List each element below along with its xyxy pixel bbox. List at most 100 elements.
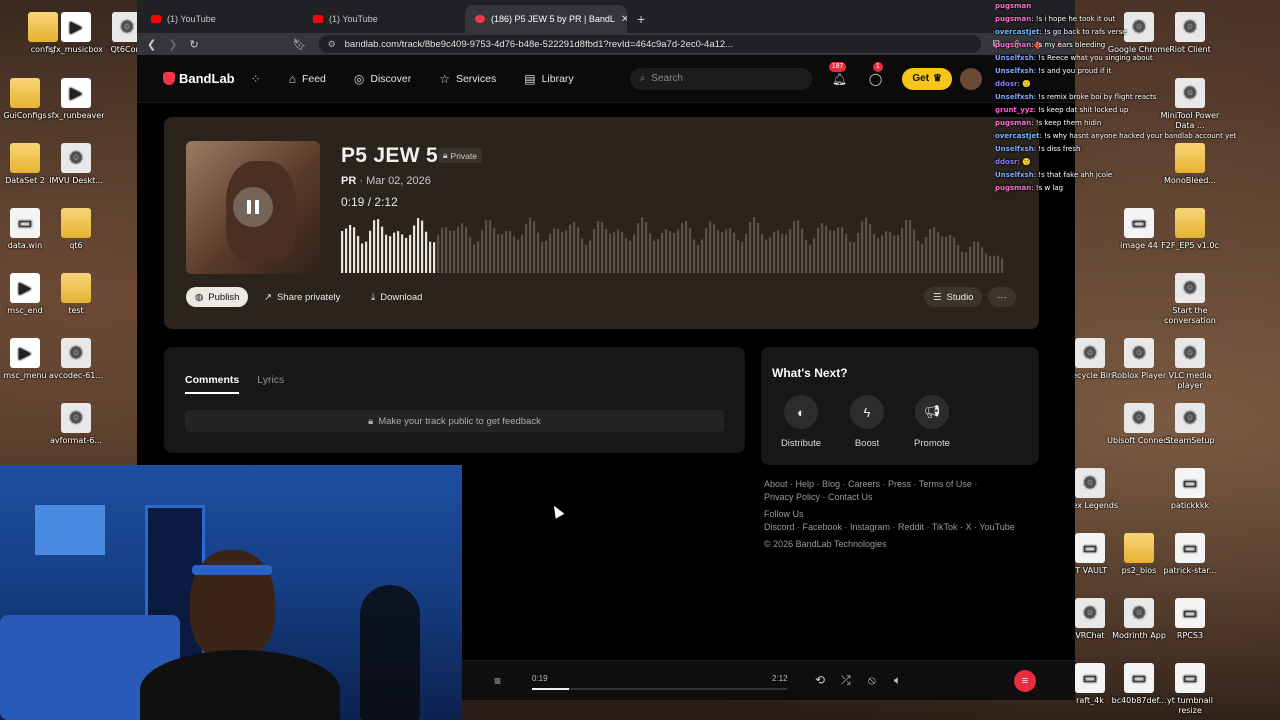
waveform-bar — [633, 234, 636, 273]
nav-services[interactable]: ☆ Services — [439, 72, 496, 86]
tab-lyrics[interactable]: Lyrics — [257, 374, 284, 394]
waveform-bar — [985, 253, 988, 273]
tab-youtube-1[interactable]: (1) YouTube — [141, 5, 303, 33]
desktop-icon-vlc-media-player[interactable]: ⚙ VLC media player — [1157, 338, 1223, 391]
footer-links-2[interactable]: Privacy Policy · Contact Us — [764, 491, 1044, 504]
chat-text: : !s remix broke boi by flight reacts — [1033, 93, 1157, 101]
new-tab-button[interactable]: + — [627, 5, 657, 33]
artist-link[interactable]: PR — [341, 175, 356, 187]
waveform-bar — [701, 239, 704, 273]
waveform-bar — [413, 225, 416, 273]
waveform-bar — [861, 221, 864, 273]
chat-username: Unselfxsh — [995, 67, 1034, 75]
desktop-icon-patrick-star[interactable]: ▭ patrick-star... — [1157, 533, 1223, 576]
library-icon: ▤ — [524, 71, 536, 86]
chat-text: : !s keep dat shit locked up — [1033, 106, 1129, 114]
tab-bandlab[interactable]: (186) P5 JEW 5 by PR | BandL ✕ — [465, 5, 627, 33]
waveform-bar — [649, 233, 652, 273]
get-membership-button[interactable]: Get ♛ — [902, 67, 952, 90]
current-time: 0:19 — [341, 195, 365, 209]
tab-youtube-2[interactable]: (1) YouTube — [303, 5, 465, 33]
reload-icon[interactable]: ↻ — [189, 38, 198, 51]
promote-button[interactable]: 📢︎ Promote — [902, 395, 962, 449]
waveform-bar — [925, 237, 928, 273]
waveform-bar — [569, 224, 572, 273]
forward-icon[interactable]: ❯ — [168, 38, 177, 51]
shuffle-icon[interactable]: ⤮ — [841, 673, 851, 688]
waveform-bar — [745, 233, 748, 273]
privacy-label: Private — [450, 150, 477, 161]
file-icon: ▭ — [1175, 598, 1205, 628]
waveform-bar — [753, 217, 756, 273]
desktop-icon-test[interactable]: test — [43, 273, 109, 316]
boost-label: Boost — [854, 438, 880, 449]
desktop-icon-qt6[interactable]: qt6 — [43, 208, 109, 251]
notifications-button[interactable]: 🔔︎ 187 — [828, 61, 847, 86]
nav-discover[interactable]: ◎ Discover — [354, 72, 411, 86]
waveform-bar — [457, 226, 460, 273]
desktop-icon-imvu-deskt[interactable]: ⚙ IMVU Deskt... — [43, 143, 109, 186]
chat-message: pugsman: !s keep them hidin — [995, 117, 1245, 130]
nav-library[interactable]: ▤ Library — [524, 72, 573, 86]
share-privately-button[interactable]: ↗ Share privately — [255, 287, 349, 307]
bandlab-icon — [475, 15, 485, 23]
bookmark-icon[interactable]: 🔖︎ — [293, 38, 307, 51]
waveform-bar — [833, 230, 836, 273]
boost-button[interactable]: ϟ Boost — [837, 395, 897, 449]
apps-grid-icon[interactable]: ⁘ — [251, 72, 261, 86]
desktop-icon-label: patickkkk — [1170, 501, 1210, 510]
publish-button[interactable]: ◍ Publish — [186, 287, 249, 307]
chat-text: : !s diss fresh — [1033, 145, 1081, 153]
waveform-bar — [665, 229, 668, 273]
more-icon: ··· — [997, 291, 1007, 303]
mute-icon[interactable]: ⦸ — [868, 673, 876, 688]
desktop-icon-patickkkk[interactable]: ▭ patickkkk — [1157, 468, 1223, 511]
waveform-bar — [445, 226, 448, 273]
waveform-bar — [433, 242, 436, 273]
track-cover-art — [186, 141, 320, 274]
whats-next-panel: What's Next? ◐ Distribute ϟ Boost 📢︎ Pro… — [761, 347, 1039, 465]
distribute-button[interactable]: ◐ Distribute — [771, 395, 831, 449]
player-menu-button[interactable]: ≡ — [1014, 670, 1036, 692]
settings-file-icon: ⚙ — [61, 403, 91, 433]
media-file-icon: ▶ — [61, 78, 91, 108]
footer-links[interactable]: About · Help · Blog · Careers · Press · … — [764, 478, 1044, 491]
user-avatar[interactable] — [960, 67, 982, 90]
tab-comments[interactable]: Comments — [185, 374, 240, 394]
waveform-bar — [773, 231, 776, 273]
back-icon[interactable]: ❮ — [147, 38, 156, 51]
desktop-icon-yt-tumbnail-resize[interactable]: ▭ yt tumbnail resize — [1157, 663, 1223, 716]
waveform-bar — [697, 244, 700, 273]
queue-icon[interactable]: ≡ — [494, 674, 501, 688]
media-file-icon: ▶ — [10, 273, 40, 303]
repeat-icon[interactable]: ⟲ — [815, 673, 825, 687]
desktop-icon-sfx-runbeaver[interactable]: ▶ sfx_runbeaver — [43, 78, 109, 121]
volume-icon[interactable]: 🔈︎ — [894, 673, 901, 688]
download-button[interactable]: ⤓ Download — [362, 287, 431, 307]
waveform[interactable] — [341, 215, 1005, 273]
chat-text: : !s why hasnt anyone hacked your bandla… — [1039, 132, 1237, 140]
steam-icon: ⚙ — [1175, 403, 1205, 433]
pause-button[interactable] — [233, 187, 273, 227]
desktop-icon-rpcs3[interactable]: ▭ RPCS3 — [1157, 598, 1223, 641]
desktop-icon-start-the-conversation[interactable]: ⚙ Start the conversation — [1157, 273, 1223, 326]
messages-button[interactable]: ◯ 1 — [869, 61, 883, 86]
waveform-bar — [493, 227, 496, 273]
chat-username: pugsman — [995, 2, 1032, 10]
studio-button[interactable]: ☰ Studio — [924, 287, 983, 307]
share-label: Share privately — [276, 291, 341, 303]
nav-feed[interactable]: ⌂ Feed — [289, 72, 326, 86]
search-input[interactable]: ⌕ Search — [629, 67, 812, 90]
social-links[interactable]: Discord · Facebook · Instagram · Reddit … — [764, 521, 1044, 534]
desktop-icon-avcodec-61[interactable]: ⚙ avcodec-61... — [43, 338, 109, 381]
waveform-bar — [529, 217, 532, 273]
waveform-bar — [989, 255, 992, 273]
more-options-button[interactable]: ··· — [988, 287, 1016, 307]
desktop-icon-steamsetup[interactable]: ⚙ SteamSetup — [1157, 403, 1223, 446]
player-progress-bar[interactable] — [532, 688, 787, 690]
bandlab-logo[interactable]: BandLab — [163, 71, 235, 86]
url-field[interactable]: bandlab.com/track/8be9c409-9753-4d76-b48… — [318, 35, 981, 53]
desktop-icon-avformat-6[interactable]: ⚙ avformat-6... — [43, 403, 109, 446]
chat-message: ddosr: 🙂 — [995, 78, 1245, 91]
chat-text: : !s and you proud if it — [1033, 67, 1112, 75]
